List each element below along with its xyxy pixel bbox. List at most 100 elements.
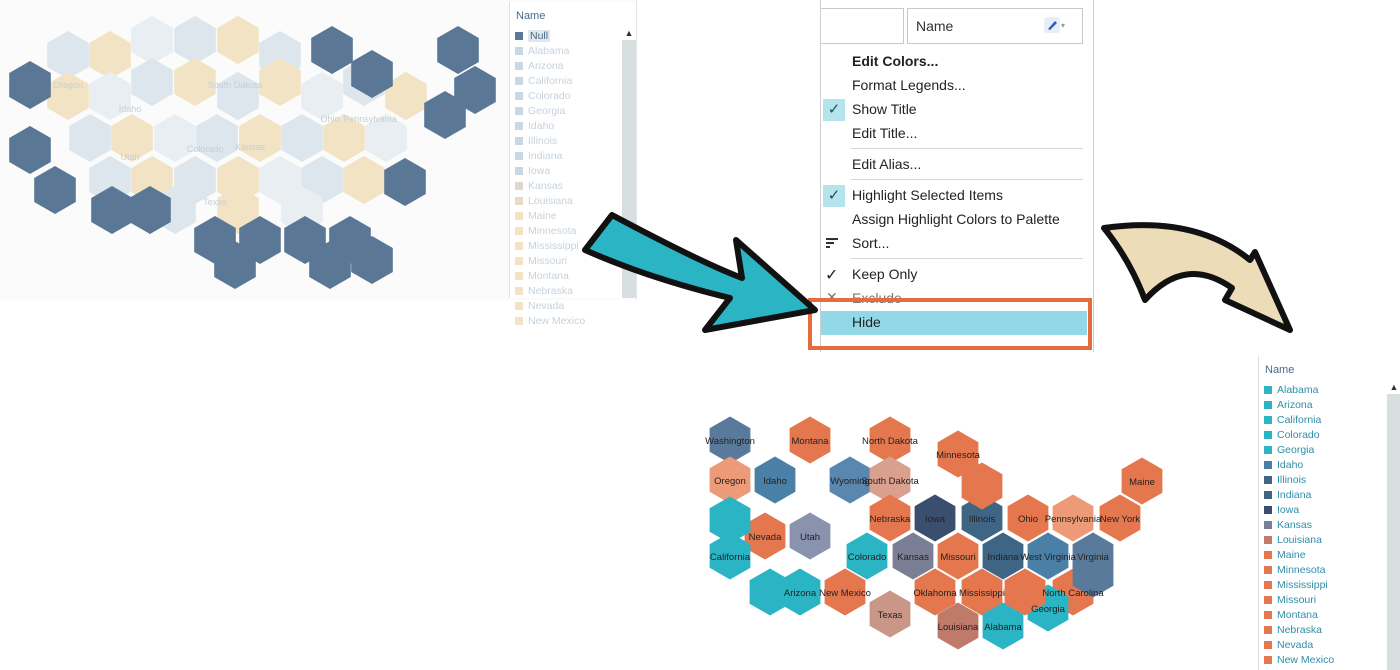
legend-item[interactable]: Arizona	[515, 58, 585, 73]
legend-item-label: Montana	[528, 269, 569, 282]
null-state-hex[interactable]	[311, 26, 353, 74]
scrollbar[interactable]	[1387, 394, 1400, 670]
legend-item[interactable]: Kansas	[515, 178, 585, 193]
faded-state-hex[interactable]	[343, 156, 385, 204]
header-left-field	[821, 8, 904, 44]
legend-item[interactable]: Alabama	[515, 43, 585, 58]
menu-item-edit-colors[interactable]: Edit Colors...	[821, 50, 1087, 74]
legend-swatch	[515, 136, 523, 145]
legend-swatch	[515, 241, 523, 250]
legend-item[interactable]: New Mexico	[515, 313, 585, 328]
faded-state-hex[interactable]	[301, 72, 343, 120]
edit-icon[interactable]: ▾	[1042, 16, 1068, 36]
menu-item-highlight-selected[interactable]: ✓ Highlight Selected Items	[821, 184, 1087, 208]
menu-item-edit-title[interactable]: Edit Title...	[821, 122, 1087, 146]
legend-swatch	[1264, 385, 1272, 394]
legend-item[interactable]: Iowa	[515, 163, 585, 178]
legend-item[interactable]: Indiana	[1264, 487, 1334, 502]
faded-state-hex[interactable]	[47, 31, 89, 79]
faded-state-label: Pennsylvania	[343, 114, 397, 124]
faded-state-hex[interactable]	[154, 114, 196, 162]
legend-item[interactable]: Idaho	[515, 118, 585, 133]
faded-state-hex[interactable]	[196, 114, 238, 162]
state-label: New York	[1100, 514, 1140, 525]
legend-item[interactable]: Mississippi	[1264, 577, 1334, 592]
state-hex[interactable]	[709, 496, 751, 544]
state-label: New Mexico	[819, 588, 871, 599]
legend-swatch	[515, 91, 523, 100]
null-state-hex[interactable]	[437, 26, 479, 74]
legend-item[interactable]: Indiana	[515, 148, 585, 163]
faded-state-hex[interactable]	[217, 16, 259, 64]
legend-item[interactable]: Montana	[1264, 607, 1334, 622]
legend-item[interactable]: Missouri	[1264, 592, 1334, 607]
legend-item-label: Minnesota	[1277, 563, 1326, 576]
legend-header-title: Name	[916, 18, 954, 34]
legend-item[interactable]: Alabama	[1264, 382, 1334, 397]
legend-item[interactable]: Minnesota	[515, 223, 585, 238]
legend-item[interactable]: Maine	[515, 208, 585, 223]
menu-separator	[851, 148, 1083, 149]
legend-swatch	[1264, 520, 1272, 529]
menu-item-sort[interactable]: Sort...	[821, 232, 1087, 256]
legend-item[interactable]: Mississippi	[515, 238, 585, 253]
legend-item[interactable]: Kansas	[1264, 517, 1334, 532]
legend-item[interactable]: California	[1264, 412, 1334, 427]
faded-state-hex[interactable]	[131, 58, 173, 106]
faded-state-hex[interactable]	[239, 114, 281, 162]
faded-state-hex[interactable]	[89, 31, 131, 79]
legend-item[interactable]: Illinois	[1264, 472, 1334, 487]
legend-item[interactable]: Missouri	[515, 253, 585, 268]
menu-item-format-legends[interactable]: Format Legends...	[821, 74, 1087, 98]
legend-item-label: Kansas	[1277, 518, 1313, 531]
legend-item[interactable]: Arizona	[1264, 397, 1334, 412]
state-label: Colorado	[848, 552, 887, 563]
menu-item-edit-alias[interactable]: Edit Alias...	[821, 153, 1087, 177]
legend-item[interactable]: New Mexico	[1264, 652, 1334, 667]
null-state-hex[interactable]	[9, 126, 51, 174]
scroll-up-button[interactable]: ▲	[622, 26, 636, 40]
menu-item-assign-highlight[interactable]: Assign Highlight Colors to Palette	[821, 208, 1087, 232]
legend-item[interactable]: Null	[515, 28, 585, 43]
state-label: Utah	[800, 532, 820, 543]
legend-item[interactable]: Colorado	[1264, 427, 1334, 442]
legend-item-label: Illinois	[528, 134, 558, 147]
legend-item[interactable]: Maine	[1264, 547, 1334, 562]
menu-item-keep-only[interactable]: ✓ Keep Only	[821, 263, 1087, 287]
state-label: Kansas	[897, 552, 929, 563]
legend-item[interactable]: Louisiana	[1264, 532, 1334, 547]
legend-item[interactable]: Montana	[515, 268, 585, 283]
legend-item[interactable]: Georgia	[1264, 442, 1334, 457]
faded-state-label: Utah	[120, 152, 139, 162]
legend-item[interactable]: Nebraska	[1264, 622, 1334, 637]
legend-swatch	[1264, 565, 1272, 574]
legend-item-label: Nebraska	[1277, 623, 1322, 636]
null-state-hex[interactable]	[9, 61, 51, 109]
legend-item[interactable]: Louisiana	[515, 193, 585, 208]
legend-item[interactable]: Iowa	[1264, 502, 1334, 517]
scroll-up-button[interactable]: ▲	[1387, 380, 1400, 394]
faded-state-hex[interactable]	[69, 114, 111, 162]
legend-item[interactable]: Nevada	[1264, 637, 1334, 652]
faded-state-hex[interactable]	[131, 16, 173, 64]
faded-state-label: Colorado	[187, 144, 224, 154]
legend-item[interactable]: Illinois	[515, 133, 585, 148]
faded-state-hex[interactable]	[281, 114, 323, 162]
legend-item[interactable]: California	[515, 73, 585, 88]
faded-state-hex[interactable]	[174, 16, 216, 64]
legend-item[interactable]: Idaho	[1264, 457, 1334, 472]
legend-item[interactable]: Nevada	[515, 298, 585, 313]
menu-item-show-title[interactable]: ✓ Show Title	[821, 98, 1087, 122]
legend-item[interactable]: Minnesota	[1264, 562, 1334, 577]
legend-item-label: Mississippi	[1277, 578, 1328, 591]
legend-item[interactable]: Nebraska	[515, 283, 585, 298]
state-label: Oregon	[714, 476, 746, 487]
scrollbar[interactable]	[622, 40, 636, 298]
null-state-hex[interactable]	[34, 166, 76, 214]
legend-item-label: Maine	[1277, 548, 1306, 561]
legend-item-label: Indiana	[528, 149, 563, 162]
legend-item-label: Georgia	[1277, 443, 1315, 456]
legend-item[interactable]: Georgia	[515, 103, 585, 118]
legend-item[interactable]: Colorado	[515, 88, 585, 103]
null-state-hex[interactable]	[384, 158, 426, 206]
